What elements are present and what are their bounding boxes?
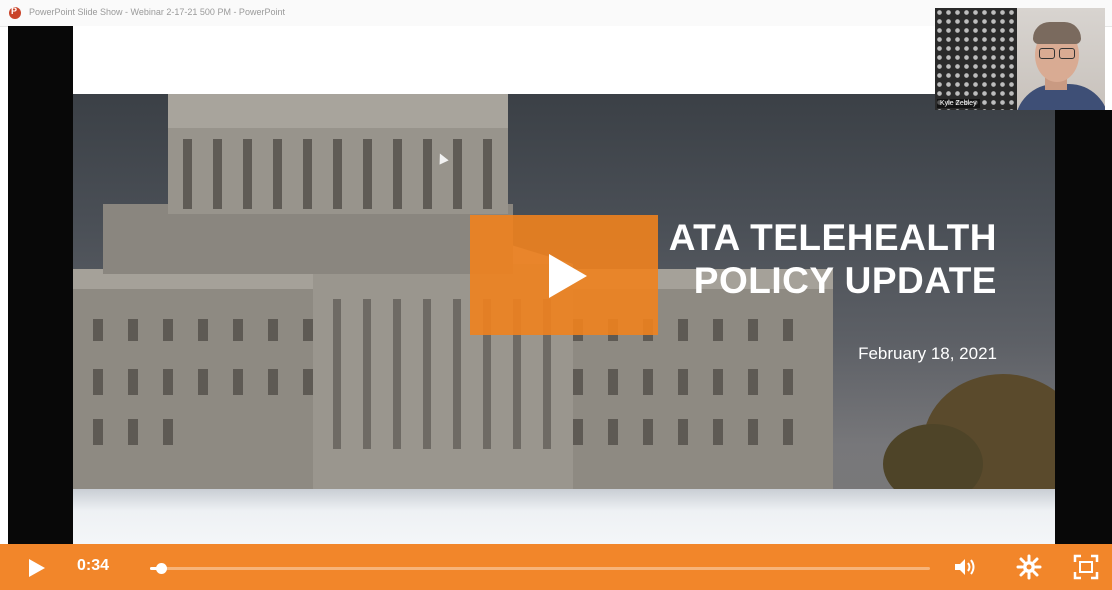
play-icon[interactable] [24, 556, 48, 580]
gear-icon[interactable] [1016, 554, 1042, 580]
fullscreen-icon[interactable] [1073, 554, 1099, 580]
big-play-icon [549, 254, 587, 298]
progress-bar[interactable] [150, 563, 930, 574]
current-time: 0:34 [77, 557, 110, 574]
glasses-icon [1039, 48, 1075, 59]
slide-title: ATA TELEHEALTH POLICY UPDATE [669, 216, 997, 302]
slide-top-margin [73, 26, 1055, 94]
slide-bottom-band [73, 489, 1055, 544]
webcam-feed: Kyle Zebley [935, 8, 1105, 110]
volume-icon[interactable] [952, 554, 978, 580]
video-player[interactable]: PowerPoint Slide Show - Webinar 2-17-21 … [0, 0, 1112, 590]
slide-date: February 18, 2021 [858, 344, 997, 363]
progress-thumb[interactable] [155, 563, 167, 574]
presenter-hair [1033, 22, 1081, 44]
webcam-background [935, 8, 1017, 110]
window-title: PowerPoint Slide Show - Webinar 2-17-21 … [29, 7, 285, 17]
presenter-name: Kyle Zebley [937, 99, 980, 108]
letterbox-left [8, 26, 73, 544]
big-play-button[interactable] [470, 215, 658, 335]
powerpoint-icon [9, 6, 21, 19]
slide-title-line: ATA TELEHEALTH [668, 217, 997, 258]
control-bar: 0:34 [0, 544, 1112, 590]
slide-title-line: POLICY UPDATE [693, 260, 997, 301]
letterbox-right [1055, 110, 1112, 544]
